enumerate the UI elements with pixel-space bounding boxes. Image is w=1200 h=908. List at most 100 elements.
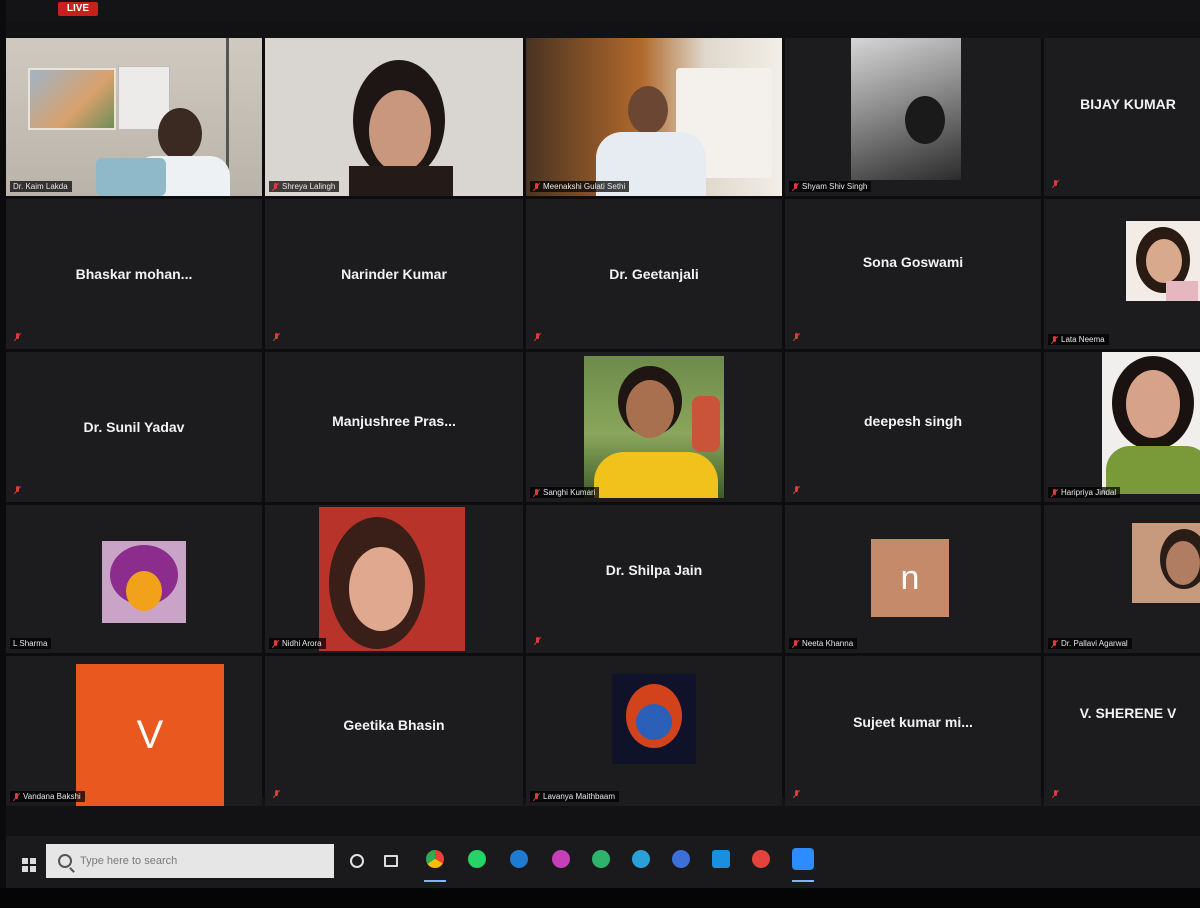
participant-tile-1[interactable]: Dr. Kaim Lakda (6, 38, 262, 196)
mic-muted-icon (1052, 790, 1059, 798)
participant-name: Dr. Shilpa Jain (605, 562, 703, 579)
zoom-icon[interactable] (792, 848, 814, 870)
active-app-indicator (424, 880, 446, 882)
participant-avatar: V (76, 664, 224, 806)
mic-muted-icon (793, 486, 800, 494)
active-app-indicator (792, 880, 814, 882)
participant-name: Narinder Kumar (341, 266, 447, 282)
participant-label: Nidhi Arora (269, 638, 326, 649)
app-blue-icon[interactable] (672, 850, 690, 868)
mic-muted-icon (272, 182, 279, 191)
mic-muted-icon (1051, 488, 1058, 497)
participant-tile-4[interactable]: Shyam Shiv Singh (785, 38, 1041, 196)
participant-label: Dr. Pallavi Agarwal (1048, 638, 1132, 649)
participant-tile-2[interactable]: Shreya Lalingh (265, 38, 523, 196)
mic-muted-icon (534, 333, 541, 341)
participant-photo (584, 356, 724, 498)
gallery-view: Dr. Kaim Lakda Shreya Lalingh Meenakshi … (6, 38, 1200, 806)
taskbar-search-box[interactable]: Type here to search (46, 844, 334, 878)
participant-tile-16[interactable]: L Sharma (6, 505, 262, 653)
participant-label: Lata Neema (1048, 334, 1109, 345)
whatsapp-icon[interactable] (468, 850, 486, 868)
participant-name: Geetika Bhasin (343, 717, 445, 733)
participant-tile-22[interactable]: Geetika Bhasin (265, 656, 523, 806)
participant-name: Manjushree Pras... (332, 413, 456, 429)
participant-tile-20[interactable]: Dr. Pallavi Agarwal (1044, 505, 1200, 653)
participant-tile-15[interactable]: Haripriya Jindal (1044, 352, 1200, 502)
monitor-bezel (0, 888, 1200, 908)
participant-name: Bhaskar mohan... (75, 266, 193, 282)
mic-muted-icon (793, 790, 800, 798)
participant-tile-14[interactable]: deepesh singh (785, 352, 1041, 502)
app-red-icon[interactable] (752, 850, 770, 868)
mic-muted-icon (272, 639, 279, 648)
participant-video (526, 38, 782, 196)
mic-muted-icon (273, 790, 280, 798)
participant-label: Shreya Lalingh (269, 181, 340, 192)
windows-start-icon[interactable] (22, 858, 36, 872)
mic-muted-icon (533, 792, 540, 801)
participant-label: Dr. Kaim Lakda (10, 181, 72, 192)
participant-label: Sanghi Kumari (530, 487, 600, 498)
live-badge: LIVE (58, 2, 98, 16)
participant-tile-9[interactable]: Sona Goswami (785, 199, 1041, 349)
participant-tile-3[interactable]: Meenakshi Gulati Sethi (526, 38, 782, 196)
participant-video (785, 38, 1041, 196)
participant-tile-5[interactable]: BIJAY KUMAR (1044, 38, 1200, 196)
windows-taskbar: Type here to search (6, 836, 1200, 888)
participant-tile-11[interactable]: Dr. Sunil Yadav (6, 352, 262, 502)
participant-tile-25[interactable]: V. SHERENE V (1044, 656, 1200, 806)
edge-legacy-icon[interactable] (510, 850, 528, 868)
participant-tile-17[interactable]: Nidhi Arora (265, 505, 523, 653)
mic-muted-icon (1052, 180, 1059, 188)
app-purple-icon[interactable] (552, 850, 570, 868)
participant-name: Sujeet kumar mi... (853, 714, 973, 730)
participant-photo (102, 541, 186, 623)
participant-tile-24[interactable]: Sujeet kumar mi... (785, 656, 1041, 806)
participant-tile-23[interactable]: Lavanya Maithbaam (526, 656, 782, 806)
participant-tile-6[interactable]: Bhaskar mohan... (6, 199, 262, 349)
participant-name: BIJAY KUMAR (1080, 96, 1176, 113)
participant-photo (612, 674, 696, 764)
window-top-strip: LIVE (6, 0, 1200, 22)
participant-name: deepesh singh (863, 413, 963, 429)
participant-label: Neeta Khanna (789, 638, 858, 649)
mic-muted-icon (14, 486, 21, 494)
mic-muted-icon (534, 637, 541, 645)
task-view-icon[interactable] (384, 855, 398, 867)
mic-muted-icon (793, 333, 800, 341)
mic-muted-icon (1051, 335, 1058, 344)
participant-photo (319, 507, 465, 651)
participant-photo (1132, 523, 1200, 603)
participant-label: L Sharma (10, 638, 52, 649)
participant-tile-19[interactable]: n Neeta Khanna (785, 505, 1041, 653)
edge-icon[interactable] (632, 850, 650, 868)
participant-tile-12[interactable]: Manjushree Pras... (265, 352, 523, 502)
participant-label: Vandana Bakshi (10, 791, 85, 802)
participant-tile-8[interactable]: Dr. Geetanjali (526, 199, 782, 349)
participant-photo (1126, 221, 1200, 301)
participant-label: Shyam Shiv Singh (789, 181, 872, 192)
mic-muted-icon (792, 639, 799, 648)
participant-tile-13[interactable]: Sanghi Kumari (526, 352, 782, 502)
participant-name: Dr. Geetanjali (609, 266, 699, 282)
participant-tile-10[interactable]: Lata Neema (1044, 199, 1200, 349)
participant-video (265, 38, 523, 196)
mic-muted-icon (13, 792, 20, 801)
mic-muted-icon (14, 333, 21, 341)
mic-muted-icon (533, 182, 540, 191)
participant-name: Sona Goswami (862, 254, 964, 270)
participant-name: V. SHERENE V (1079, 705, 1177, 721)
participant-video (6, 38, 262, 196)
chrome-icon[interactable] (426, 850, 444, 868)
search-placeholder: Type here to search (80, 855, 178, 867)
mail-icon[interactable] (712, 850, 730, 868)
app-green-icon[interactable] (592, 850, 610, 868)
mic-muted-icon (273, 333, 280, 341)
participant-name: Dr. Sunil Yadav (83, 419, 185, 435)
participant-tile-7[interactable]: Narinder Kumar (265, 199, 523, 349)
participant-tile-21[interactable]: V Vandana Bakshi (6, 656, 262, 806)
mic-muted-icon (533, 488, 540, 497)
participant-tile-18[interactable]: Dr. Shilpa Jain (526, 505, 782, 653)
cortana-icon[interactable] (350, 854, 364, 868)
